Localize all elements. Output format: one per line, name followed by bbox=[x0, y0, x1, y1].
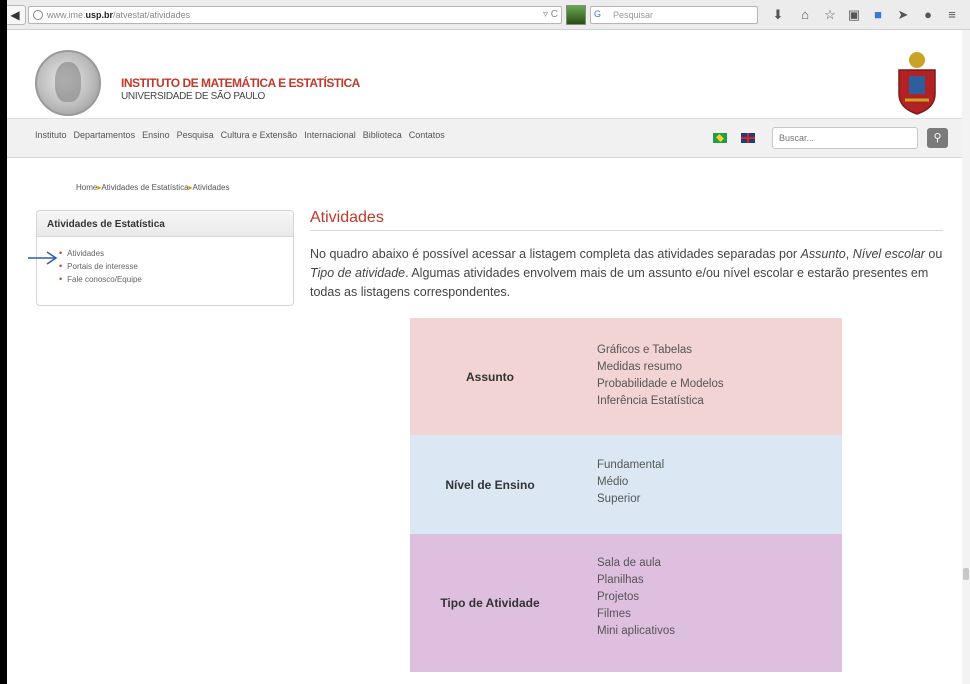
table-row-assunto: Assunto Gráficos e Tabelas Medidas resum… bbox=[410, 318, 842, 435]
breadcrumb-home[interactable]: Home bbox=[76, 183, 97, 192]
sidebar-item-atividades[interactable]: Atividades bbox=[59, 247, 293, 260]
intro-paragraph: No quadro abaixo é possível acessar a li… bbox=[310, 247, 943, 299]
main-nav: Instituto Departamentos Ensino Pesquisa … bbox=[7, 118, 962, 158]
globe-icon bbox=[33, 10, 43, 20]
back-button[interactable]: ◀ bbox=[4, 5, 26, 25]
row-items: Gráficos e Tabelas Medidas resumo Probab… bbox=[597, 342, 724, 410]
uk-flag-icon[interactable] bbox=[741, 133, 755, 143]
site-favicon-icon bbox=[566, 5, 586, 25]
category-link[interactable]: Fundamental bbox=[597, 457, 664, 474]
scrollbar[interactable] bbox=[962, 30, 970, 684]
nav-item-cultura-extensao[interactable]: Cultura e Extensão bbox=[221, 130, 298, 140]
reload-icon[interactable]: ▿ C bbox=[543, 9, 558, 20]
table-row-nivel-ensino: Nível de Ensino Fundamental Médio Superi… bbox=[410, 435, 842, 534]
page-title: Atividades bbox=[310, 209, 384, 226]
menu-icon[interactable]: ≡ bbox=[944, 7, 960, 23]
nav-item-biblioteca[interactable]: Biblioteca bbox=[363, 130, 402, 140]
chat-icon[interactable]: ● bbox=[920, 7, 936, 23]
home-icon[interactable]: ⌂ bbox=[797, 7, 813, 23]
search-engine-icon: G bbox=[594, 9, 602, 19]
browser-toolbar: ◀ www.ime.usp.br/atvestat/atividades ▿ C… bbox=[0, 0, 970, 30]
sidebar-menu: Atividades Portais de interesse Fale con… bbox=[37, 237, 293, 286]
row-label: Nível de Ensino bbox=[445, 478, 535, 492]
nav-item-instituto[interactable]: Instituto bbox=[35, 130, 67, 140]
university-name: UNIVERSIDADE DE SÃO PAULO bbox=[121, 91, 266, 102]
clipboard-icon[interactable]: ▣ bbox=[846, 7, 862, 23]
nav-item-departamentos[interactable]: Departamentos bbox=[74, 130, 136, 140]
category-link[interactable]: Planilhas bbox=[597, 572, 675, 589]
arrow-annotation-icon bbox=[28, 251, 58, 265]
title-divider bbox=[310, 230, 943, 231]
nav-item-internacional[interactable]: Internacional bbox=[304, 130, 356, 140]
category-link[interactable]: Superior bbox=[597, 491, 664, 508]
search-button[interactable]: ⚲ bbox=[927, 128, 948, 148]
institute-logo-medal[interactable] bbox=[35, 50, 101, 116]
row-items: Sala de aula Planilhas Projetos Filmes M… bbox=[597, 555, 675, 640]
category-link[interactable]: Sala de aula bbox=[597, 555, 675, 572]
bookmark-star-icon[interactable]: ☆ bbox=[822, 7, 838, 23]
site-search-input[interactable] bbox=[772, 127, 918, 149]
sidebar-item-fale-conosco[interactable]: Fale conosco/Equipe bbox=[59, 273, 293, 286]
breadcrumb-level1[interactable]: Atividades de Estatística bbox=[101, 183, 188, 192]
row-label: Tipo de Atividade bbox=[440, 596, 540, 610]
category-table: Assunto Gráficos e Tabelas Medidas resum… bbox=[410, 318, 842, 672]
extension-icon[interactable]: ■ bbox=[870, 7, 886, 23]
row-items: Fundamental Médio Superior bbox=[597, 457, 664, 508]
category-link[interactable]: Probabilidade e Modelos bbox=[597, 376, 724, 393]
row-label: Assunto bbox=[466, 370, 514, 384]
category-link[interactable]: Filmes bbox=[597, 606, 675, 623]
usp-crest-icon bbox=[898, 52, 936, 115]
nav-menu: Instituto Departamentos Ensino Pesquisa … bbox=[35, 130, 445, 140]
send-icon[interactable]: ➤ bbox=[895, 7, 911, 23]
scrollbar-thumb[interactable] bbox=[963, 568, 969, 580]
brazil-flag-icon[interactable] bbox=[713, 133, 727, 143]
nav-item-contatos[interactable]: Contatos bbox=[409, 130, 445, 140]
sidebar-item-portais[interactable]: Portais de interesse bbox=[59, 260, 293, 273]
url-text: www.ime.usp.br/atvestat/atividades bbox=[47, 10, 191, 20]
nav-item-ensino[interactable]: Ensino bbox=[142, 130, 170, 140]
search-icon: ⚲ bbox=[933, 132, 942, 144]
category-link[interactable]: Gráficos e Tabelas bbox=[597, 342, 724, 359]
table-row-tipo-atividade: Tipo de Atividade Sala de aula Planilhas… bbox=[410, 534, 842, 672]
sidebar: Atividades de Estatística Atividades Por… bbox=[36, 210, 294, 306]
category-link[interactable]: Medidas resumo bbox=[597, 359, 724, 376]
category-link[interactable]: Projetos bbox=[597, 589, 675, 606]
download-icon[interactable]: ⬇ bbox=[770, 7, 786, 23]
category-link[interactable]: Mini aplicativos bbox=[597, 623, 675, 640]
breadcrumb-current: Atividades bbox=[192, 183, 230, 192]
category-link[interactable]: Médio bbox=[597, 474, 664, 491]
breadcrumb: Home▸Atividades de Estatística▸Atividade… bbox=[76, 183, 229, 192]
institute-title[interactable]: INSTITUTO DE MATEMÁTICA E ESTATÍSTICA bbox=[121, 76, 360, 90]
browser-search-bar[interactable]: G Pesquisar bbox=[590, 6, 758, 24]
window-edge bbox=[0, 0, 7, 684]
url-bar[interactable]: www.ime.usp.br/atvestat/atividades ▿ C bbox=[28, 6, 562, 24]
sidebar-title: Atividades de Estatística bbox=[37, 211, 293, 237]
nav-item-pesquisa[interactable]: Pesquisa bbox=[177, 130, 214, 140]
browser-search-placeholder: Pesquisar bbox=[613, 10, 654, 20]
category-link[interactable]: Inferência Estatística bbox=[597, 393, 724, 410]
